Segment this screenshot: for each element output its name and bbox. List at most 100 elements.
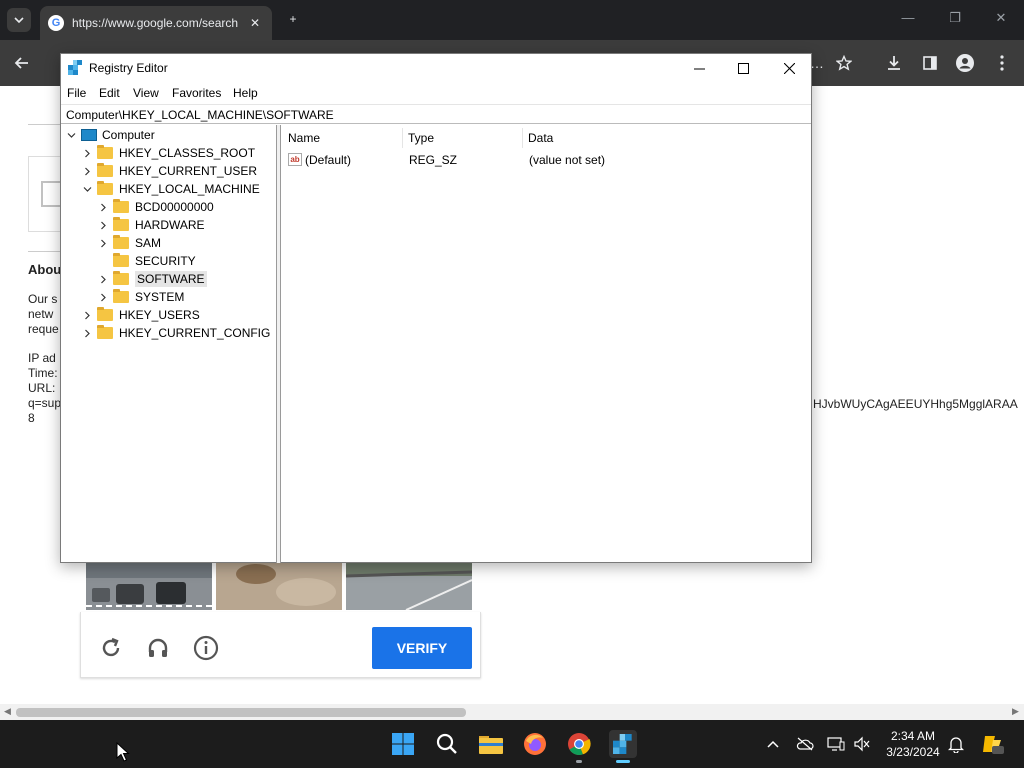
- registry-maximize-icon[interactable]: [729, 58, 757, 78]
- browser-tab-active[interactable]: G https://www.google.com/search ✕: [40, 6, 272, 40]
- about-heading: Abou: [28, 262, 62, 277]
- chevron-down-icon[interactable]: [81, 183, 93, 195]
- chevron-right-icon[interactable]: [81, 327, 93, 339]
- clock-time: 2:34 AM: [890, 729, 936, 743]
- column-header-type[interactable]: Type: [408, 131, 434, 145]
- registry-minimize-icon[interactable]: [685, 58, 713, 78]
- chevron-right-icon[interactable]: [97, 201, 109, 213]
- captcha-tile-road[interactable]: [346, 562, 472, 610]
- pane-splitter[interactable]: [277, 125, 281, 563]
- string-value-icon: ab: [288, 153, 302, 166]
- info-icon[interactable]: [192, 634, 220, 662]
- tree-item-bcd[interactable]: BCD00000000: [97, 198, 214, 216]
- horizontal-scrollbar[interactable]: ◀ ▶: [0, 704, 1024, 720]
- folder-icon: [113, 199, 129, 213]
- column-header-name[interactable]: Name: [288, 131, 320, 145]
- file-explorer-icon[interactable]: [477, 730, 505, 758]
- tree-item-security[interactable]: SECURITY: [97, 252, 196, 270]
- folder-icon: [113, 271, 129, 285]
- tree-item-hkey-classes-root[interactable]: HKEY_CLASSES_ROOT: [81, 144, 255, 162]
- browser-close-icon[interactable]: ✕: [989, 10, 1013, 26]
- menu-favorites[interactable]: Favorites: [172, 86, 221, 100]
- info-line: URL:: [28, 381, 56, 395]
- taskbar-clock[interactable]: 2:34 AM 3/23/2024: [880, 728, 946, 760]
- tree-item-hkey-current-config[interactable]: HKEY_CURRENT_CONFIG: [81, 324, 270, 342]
- browser-minimize-icon[interactable]: —: [896, 10, 920, 25]
- tree-item-hardware[interactable]: HARDWARE: [97, 216, 205, 234]
- menu-edit[interactable]: Edit: [99, 86, 120, 100]
- chrome-icon[interactable]: [565, 730, 593, 763]
- chevron-right-icon[interactable]: [97, 291, 109, 303]
- tree-item-computer[interactable]: Computer: [65, 126, 155, 144]
- registry-address-bar[interactable]: Computer\HKEY_LOCAL_MACHINE\SOFTWARE: [61, 104, 811, 124]
- side-panel-icon[interactable]: [919, 52, 941, 74]
- tree-item-software[interactable]: SOFTWARE: [97, 270, 207, 288]
- headphones-icon[interactable]: [144, 634, 172, 662]
- menu-file[interactable]: File: [67, 86, 86, 100]
- folder-icon: [113, 217, 129, 231]
- search-icon[interactable]: [433, 730, 461, 758]
- menu-view[interactable]: View: [133, 86, 159, 100]
- chevron-right-icon[interactable]: [81, 309, 93, 321]
- windows-taskbar: 2:34 AM 3/23/2024: [0, 720, 1024, 768]
- tree-item-sam[interactable]: SAM: [97, 234, 161, 252]
- tab-search-button[interactable]: [7, 8, 31, 32]
- browser-restore-icon[interactable]: ❐: [943, 10, 967, 26]
- registry-key-tree: Computer HKEY_CLASSES_ROOT HKEY_CURRENT_…: [61, 125, 277, 563]
- tab-close-icon[interactable]: ✕: [250, 16, 260, 30]
- reload-icon[interactable]: [97, 634, 125, 662]
- chevron-down-icon: [14, 17, 24, 24]
- body-line: reque: [28, 322, 59, 336]
- registry-close-icon[interactable]: [775, 58, 803, 78]
- network-icon[interactable]: [827, 735, 845, 753]
- verify-button[interactable]: VERIFY: [372, 627, 472, 669]
- tray-chevron-up-icon[interactable]: [764, 735, 782, 753]
- chevron-right-icon[interactable]: [81, 165, 93, 177]
- folder-icon: [113, 289, 129, 303]
- chevron-down-icon[interactable]: [65, 129, 77, 141]
- chevron-right-icon[interactable]: [97, 273, 109, 285]
- chevron-right-icon[interactable]: [97, 237, 109, 249]
- body-line: Our s: [28, 292, 58, 306]
- onedrive-offline-icon[interactable]: [796, 735, 814, 753]
- scroll-left-arrow-icon[interactable]: ◀: [4, 706, 11, 717]
- tree-item-label: Computer: [102, 128, 155, 142]
- firefox-icon[interactable]: [521, 730, 549, 758]
- download-icon[interactable]: [883, 52, 905, 74]
- captcha-tile-traffic[interactable]: [86, 562, 212, 610]
- info-line: IP ad: [28, 351, 56, 365]
- notification-bell-icon[interactable]: [947, 735, 965, 753]
- tree-item-hkey-current-user[interactable]: HKEY_CURRENT_USER: [81, 162, 257, 180]
- tree-item-hkey-local-machine[interactable]: HKEY_LOCAL_MACHINE: [81, 180, 260, 198]
- tree-item-label: HKEY_LOCAL_MACHINE: [119, 182, 260, 196]
- insider-preview-icon[interactable]: [981, 732, 1005, 756]
- back-arrow-icon[interactable]: [11, 52, 33, 74]
- new-tab-button[interactable]: +: [282, 8, 304, 30]
- tree-item-hkey-users[interactable]: HKEY_USERS: [81, 306, 200, 324]
- tree-item-system[interactable]: SYSTEM: [97, 288, 184, 306]
- tree-item-label: HKEY_CURRENT_CONFIG: [119, 326, 271, 340]
- column-separator[interactable]: [402, 128, 403, 148]
- value-row-default[interactable]: ab (Default) REG_SZ (value not set): [286, 151, 806, 169]
- scrollbar-thumb[interactable]: [16, 708, 466, 717]
- chevron-right-icon[interactable]: [81, 147, 93, 159]
- tree-item-label: SECURITY: [135, 254, 196, 268]
- volume-muted-icon[interactable]: [853, 735, 871, 753]
- registry-editor-taskbar-icon[interactable]: [609, 730, 637, 763]
- chevron-right-icon[interactable]: [97, 219, 109, 231]
- scroll-right-arrow-icon[interactable]: ▶: [1012, 706, 1019, 717]
- value-name: (Default): [305, 153, 352, 167]
- tree-item-label: HKEY_USERS: [119, 308, 200, 322]
- column-header-data[interactable]: Data: [528, 131, 553, 145]
- bookmark-star-icon[interactable]: [833, 52, 855, 74]
- profile-avatar-icon[interactable]: [954, 52, 976, 74]
- column-separator[interactable]: [522, 128, 523, 148]
- active-indicator: [616, 760, 630, 763]
- browser-menu-icon[interactable]: [991, 52, 1013, 74]
- captcha-box-edge: [28, 156, 63, 232]
- menu-help[interactable]: Help: [233, 86, 258, 100]
- registry-titlebar[interactable]: Registry Editor: [61, 54, 811, 82]
- captcha-tile-rocks[interactable]: [216, 562, 342, 610]
- windows-start-icon[interactable]: [389, 730, 417, 758]
